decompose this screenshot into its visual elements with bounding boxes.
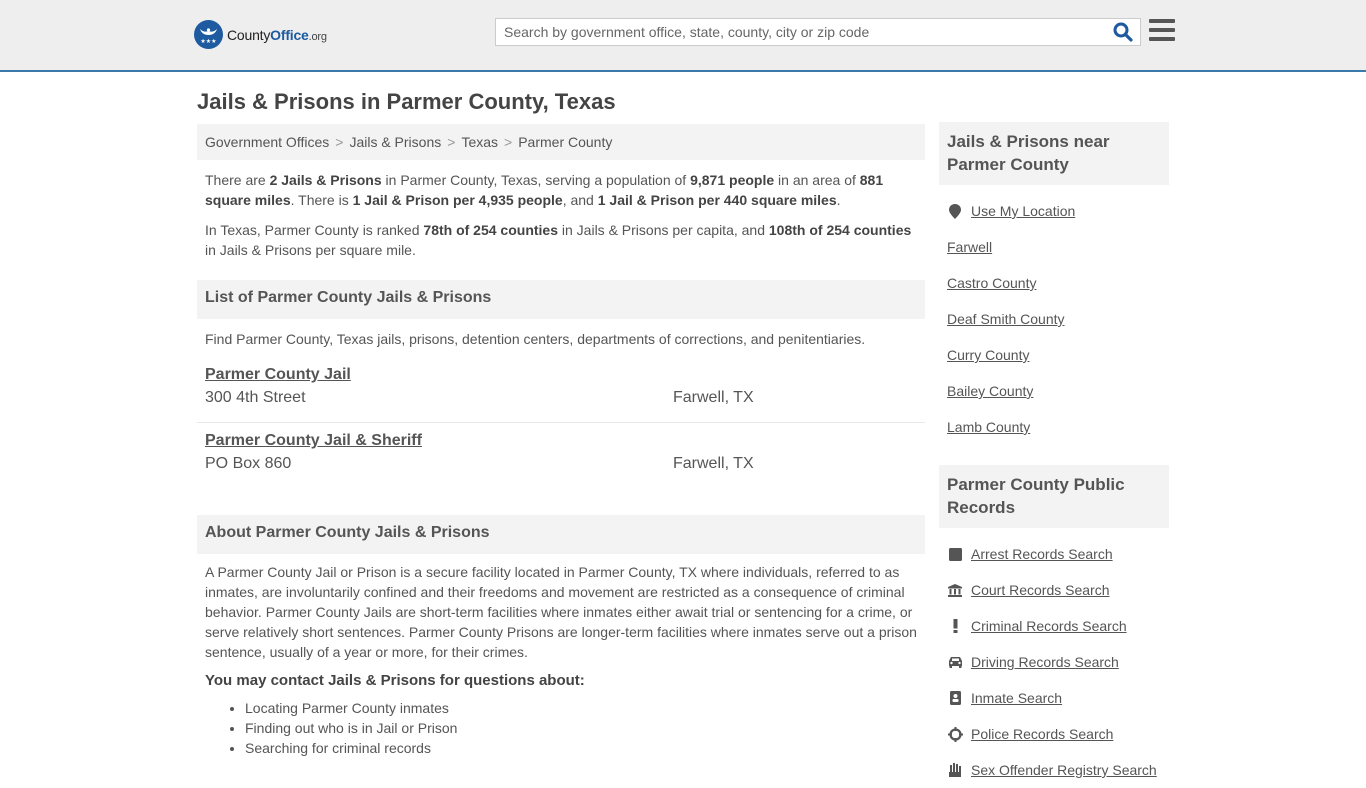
use-my-location-link[interactable]: Use My Location [971, 203, 1075, 219]
facility-name-link[interactable]: Parmer County Jail [205, 366, 351, 384]
search-input[interactable] [496, 19, 1096, 45]
public-record-item: Inmate Search [947, 680, 1161, 716]
facility-list: Parmer County Jail 300 4th Street Farwel… [197, 357, 925, 487]
facility-address: PO Box 860 [205, 455, 292, 472]
breadcrumb-government-offices[interactable]: Government Offices [205, 134, 329, 150]
nearby-link-curry-county[interactable]: Curry County [947, 347, 1029, 363]
breadcrumb: Government Offices > Jails & Prisons > Texas… [197, 124, 925, 160]
nearby-item: Farwell [947, 229, 1161, 265]
breadcrumb-texas[interactable]: Texas [461, 134, 498, 150]
nearby-list: Use My Location Farwell Castro County De… [939, 185, 1169, 445]
search-bar [495, 18, 1141, 46]
public-records-list: Arrest Records Search Court Records Sear… [939, 528, 1169, 788]
hand-icon [947, 762, 963, 778]
facility-city: Farwell, TX [673, 389, 754, 406]
criminal-records-link[interactable]: Criminal Records Search [971, 618, 1127, 634]
logo-text: CountyOffice.org [227, 26, 327, 43]
intro-paragraph-rank: In Texas, Parmer County is ranked 78th o… [205, 222, 912, 258]
eagle-logo-icon: ★★★ [194, 20, 223, 49]
facility-item: Parmer County Jail 300 4th Street Farwel… [197, 357, 925, 422]
list-section-description: Find Parmer County, Texas jails, prisons… [205, 331, 866, 347]
main-content: Government Offices > Jails & Prisons > Texas… [197, 124, 925, 758]
intro-paragraph-stats: There are 2 Jails & Prisons in Parmer Co… [205, 172, 884, 208]
courthouse-icon [947, 582, 963, 598]
contact-topics-list: Locating Parmer County inmates Finding o… [197, 689, 925, 758]
inmate-search-link[interactable]: Inmate Search [971, 690, 1062, 706]
breadcrumb-separator: > [504, 134, 513, 150]
car-icon [947, 654, 963, 670]
nearby-item: Lamb County [947, 409, 1161, 445]
magnifier-icon [1113, 22, 1133, 42]
map-marker-icon [947, 203, 963, 219]
facility-name-link[interactable]: Parmer County Jail & Sheriff [205, 432, 422, 450]
facility-address: 300 4th Street [205, 389, 306, 406]
public-record-item: Police Records Search [947, 716, 1161, 752]
breadcrumb-separator: > [335, 134, 344, 150]
site-logo[interactable]: ★★★ CountyOffice.org [194, 20, 327, 49]
square-icon [947, 546, 963, 562]
list-section-heading: List of Parmer County Jails & Prisons [197, 280, 925, 319]
police-records-link[interactable]: Police Records Search [971, 726, 1113, 742]
contact-topic-item: Locating Parmer County inmates [245, 698, 925, 718]
menu-button[interactable] [1149, 19, 1175, 41]
nearby-item: Bailey County [947, 373, 1161, 409]
nearby-link-lamb-county[interactable]: Lamb County [947, 419, 1030, 435]
contact-topic-item: Finding out who is in Jail or Prison [245, 718, 925, 738]
hamburger-icon [1149, 19, 1175, 41]
public-record-item: Criminal Records Search [947, 608, 1161, 644]
id-badge-icon [947, 690, 963, 706]
use-my-location-item: Use My Location [947, 193, 1161, 229]
svg-text:★★★: ★★★ [200, 38, 216, 45]
nearby-link-farwell[interactable]: Farwell [947, 239, 992, 255]
facility-city: Farwell, TX [673, 455, 754, 472]
contact-topic-item: Searching for criminal records [245, 738, 925, 758]
contact-heading: You may contact Jails & Prisons for ques… [205, 672, 585, 689]
facility-item: Parmer County Jail & Sheriff PO Box 860 … [197, 422, 925, 487]
public-records-heading: Parmer County Public Records [939, 465, 1169, 528]
nearby-link-bailey-county[interactable]: Bailey County [947, 383, 1033, 399]
page-title: Jails & Prisons in Parmer County, Texas [197, 89, 616, 114]
nearby-item: Castro County [947, 265, 1161, 301]
public-record-item: Court Records Search [947, 572, 1161, 608]
about-section-heading: About Parmer County Jails & Prisons [197, 515, 925, 554]
nearby-heading: Jails & Prisons near Parmer County [939, 122, 1169, 185]
site-header: ★★★ CountyOffice.org [0, 0, 1366, 72]
breadcrumb-separator: > [447, 134, 456, 150]
exclamation-icon [947, 618, 963, 634]
sex-offender-registry-link[interactable]: Sex Offender Registry Search [971, 762, 1157, 778]
public-record-item: Sex Offender Registry Search [947, 752, 1161, 788]
breadcrumb-parmer-county[interactable]: Parmer County [518, 134, 612, 150]
driving-records-link[interactable]: Driving Records Search [971, 654, 1119, 670]
intro-summary: There are 2 Jails & Prisons in Parmer Co… [197, 170, 925, 260]
search-button[interactable] [1112, 21, 1136, 43]
nearby-link-castro-county[interactable]: Castro County [947, 275, 1036, 291]
public-record-item: Arrest Records Search [947, 536, 1161, 572]
nearby-item: Deaf Smith County [947, 301, 1161, 337]
nearby-item: Curry County [947, 337, 1161, 373]
court-records-link[interactable]: Court Records Search [971, 582, 1110, 598]
public-record-item: Driving Records Search [947, 644, 1161, 680]
sidebar: Jails & Prisons near Parmer County Use M… [939, 122, 1169, 788]
crosshairs-icon [947, 726, 963, 742]
breadcrumb-jails-prisons[interactable]: Jails & Prisons [349, 134, 441, 150]
about-section-text: A Parmer County Jail or Prison is a secu… [205, 564, 917, 660]
arrest-records-link[interactable]: Arrest Records Search [971, 546, 1113, 562]
nearby-link-deaf-smith-county[interactable]: Deaf Smith County [947, 311, 1065, 327]
